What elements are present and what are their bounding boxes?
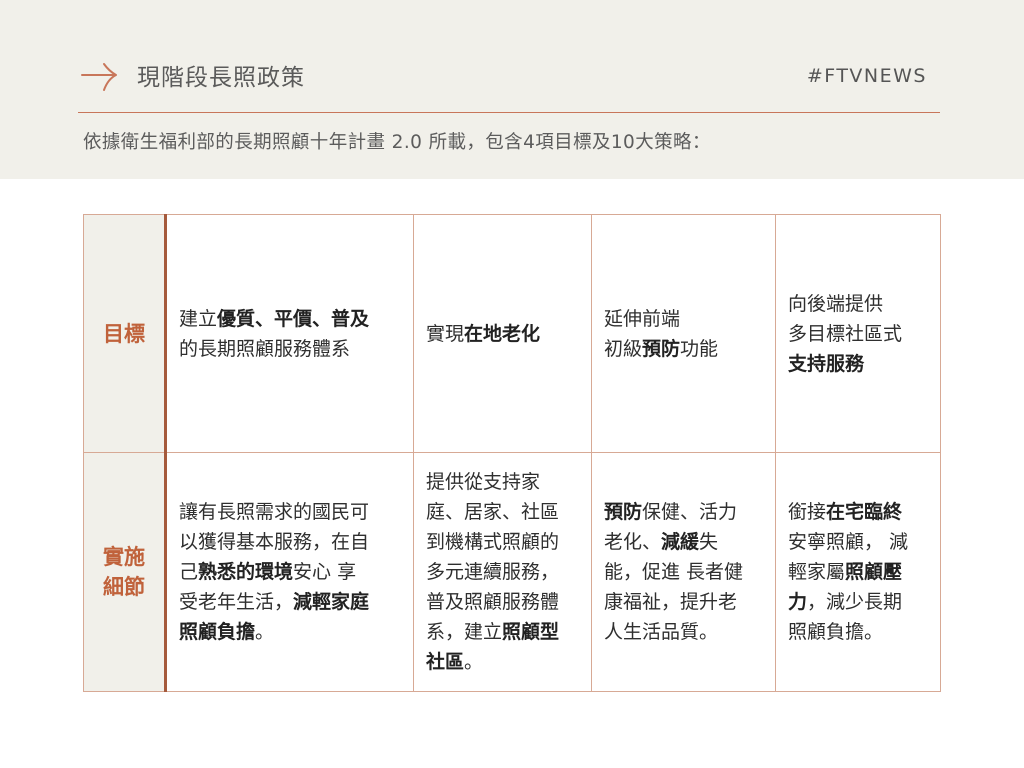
table-row: 實施細節 讓有長照需求的國民可 以獲得基本服務，在自 己熟悉的環境安心 享受老年生活…	[83, 452, 941, 692]
goal-cell: 向後端提供 多目標社區式 支持服務	[775, 214, 941, 453]
page-subtitle: 依據衛生福利部的長期照顧十年計畫 2.0 所載，包含4項目標及10大策略：	[83, 132, 711, 153]
arrow-right-icon	[81, 63, 117, 91]
emphasis-text: 力	[788, 591, 808, 613]
detail-cell: 提供從支持家 庭、居家、社區 到機構式照顧的 多元連續服務， 普及照顧服務體 系，建立照顧…	[413, 452, 592, 692]
table-row: 目標 建立優質、平價、普及 的長期照顧服務體系 實現在地老化 延伸前端 初級預防功能…	[83, 214, 941, 453]
emphasis-text: 預防	[642, 337, 681, 360]
emphasis-text: 照顧型	[502, 621, 560, 643]
page-title: 現階段長照政策	[137, 65, 305, 91]
policy-table: 目標 建立優質、平價、普及 的長期照顧服務體系 實現在地老化 延伸前端 初級預防功能…	[83, 214, 941, 692]
emphasis-text: 減輕家庭	[293, 591, 370, 613]
emphasis-text: 在宅臨終	[826, 501, 903, 523]
row-label-details: 實施細節	[83, 452, 167, 692]
emphasis-text: 熟悉的環境	[198, 561, 294, 583]
goal-cell: 實現在地老化	[413, 214, 592, 453]
emphasis-text: 支持服務	[788, 352, 865, 375]
goal-cell: 延伸前端 初級預防功能	[591, 214, 776, 453]
emphasis-text: 在地老化	[464, 322, 541, 345]
detail-cell: 預防保健、活力 老化、減緩失 能，促進 長者健 康福祉，提升老 人生活品質。	[591, 452, 776, 692]
goal-cell: 建立優質、平價、普及 的長期照顧服務體系	[165, 214, 414, 453]
emphasis-text: 預防	[604, 501, 643, 523]
emphasis-text: 照顧壓	[845, 561, 903, 583]
detail-cell: 讓有長照需求的國民可 以獲得基本服務，在自 己熟悉的環境安心 享受老年生活，減輕家庭…	[165, 452, 414, 692]
brand-hashtag: #FTVNEWS	[806, 65, 927, 87]
detail-cell: 銜接在宅臨終 安寧照顧， 減輕家屬照顧壓 力，減少長期 照顧負擔。	[775, 452, 941, 692]
emphasis-text: 減緩	[661, 531, 700, 553]
row-label-details-text: 實施細節	[103, 545, 145, 599]
emphasis-text: 照顧負擔	[179, 621, 256, 643]
divider	[78, 112, 940, 113]
row-label-goals: 目標	[83, 214, 167, 453]
emphasis-text: 社區	[426, 651, 465, 673]
header-band: 現階段長照政策 #FTVNEWS 依據衛生福利部的長期照顧十年計畫 2.0 所載…	[0, 0, 1024, 179]
emphasis-text: 優質、平價、普及	[217, 307, 370, 330]
